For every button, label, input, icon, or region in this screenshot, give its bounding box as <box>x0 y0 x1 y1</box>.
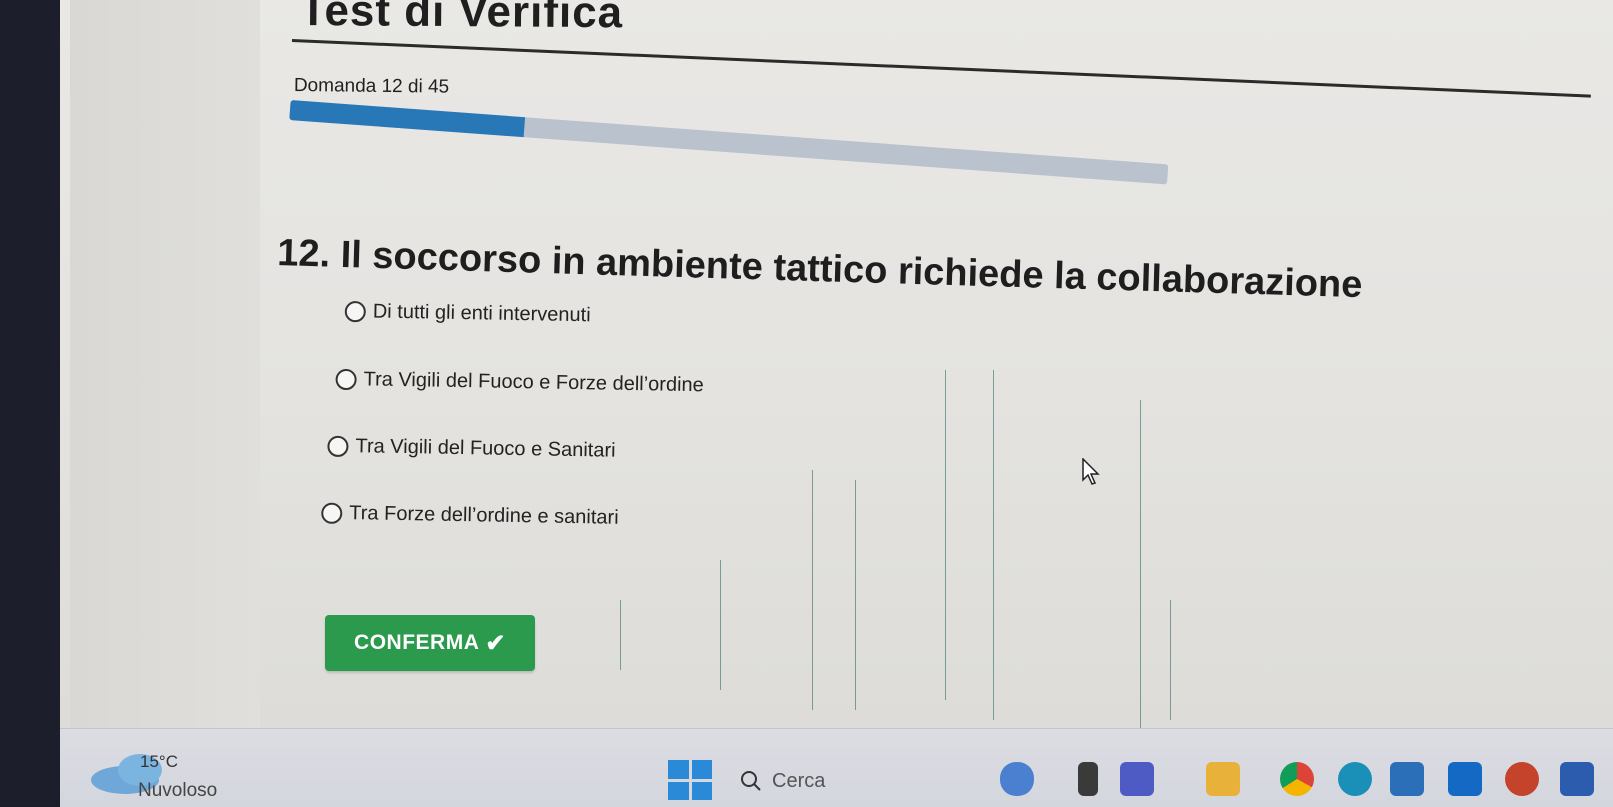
taskbar-search[interactable]: Cerca <box>740 764 825 798</box>
word-icon[interactable] <box>1560 762 1594 796</box>
folder-icon[interactable] <box>1206 762 1240 796</box>
file-explorer-icon[interactable] <box>1078 762 1098 796</box>
taskbar <box>60 728 1613 807</box>
teams-icon[interactable] <box>1120 762 1154 796</box>
screen-artifact <box>720 560 721 690</box>
check-icon: ✔ <box>485 629 506 657</box>
edge-icon[interactable] <box>1338 762 1372 796</box>
radio-icon[interactable] <box>321 502 343 524</box>
confirm-button[interactable]: CONFERMA ✔ <box>325 615 535 671</box>
question-counter: Domanda 12 di 45 <box>293 75 450 98</box>
left-margin-panel <box>70 0 260 730</box>
screen-artifact <box>1170 600 1171 720</box>
weather-label[interactable]: Nuvoloso <box>138 780 217 802</box>
powerpoint-icon[interactable] <box>1505 762 1539 796</box>
chrome-icon[interactable] <box>1280 762 1314 796</box>
game-icon[interactable] <box>1000 762 1034 796</box>
screen-artifact <box>945 370 946 700</box>
confirm-button-label: CONFERMA <box>354 631 480 654</box>
mouse-cursor-icon <box>1082 458 1100 485</box>
answer-option-label: Tra Vigili del Fuoco e Sanitari <box>355 435 616 462</box>
screen-artifact <box>812 470 813 710</box>
answer-option-label: Tra Forze dell’ordine e sanitari <box>349 502 619 529</box>
radio-icon[interactable] <box>344 300 366 323</box>
screen-artifact <box>855 480 856 710</box>
outlook-icon[interactable] <box>1448 762 1482 796</box>
page-title: Test di Verifica <box>299 0 624 38</box>
weather-temperature[interactable]: 15°C <box>140 752 178 772</box>
answer-option-label: Di tutti gli enti intervenuti <box>372 300 591 327</box>
screen-artifact <box>993 370 994 720</box>
search-label: Cerca <box>772 769 826 792</box>
search-icon <box>741 771 761 791</box>
screen-artifact <box>620 600 621 670</box>
store-icon[interactable] <box>1390 762 1424 796</box>
answer-option-1[interactable]: Di tutti gli enti intervenuti <box>344 300 591 327</box>
radio-icon[interactable] <box>327 435 349 458</box>
screen-artifact <box>1140 400 1141 740</box>
photo-background: Test di Verifica Domanda 12 di 45 12. Il… <box>0 0 1613 807</box>
windows-icon[interactable] <box>668 760 712 800</box>
radio-icon[interactable] <box>335 368 357 391</box>
